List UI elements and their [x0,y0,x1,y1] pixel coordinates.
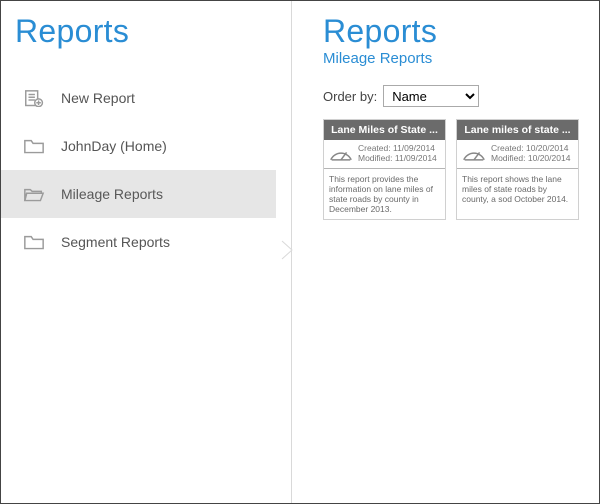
main-title: Reports [323,13,589,50]
sidebar: Reports New Report [1,1,291,503]
report-card-title: Lane Miles of State ... [324,120,445,140]
sidebar-item-new-report[interactable]: New Report [1,74,276,122]
report-card[interactable]: Lane miles of state ... Created: 10/20/2… [456,119,579,220]
order-by-row: Order by: Name [323,85,589,107]
main-subtitle: Mileage Reports [323,50,589,67]
selection-notch-icon [280,239,302,261]
sidebar-list: New Report JohnDay (Home) Mileage R [1,74,276,266]
report-card-meta: Created: 11/09/2014 Modified: 11/09/2014 [324,140,445,169]
sidebar-item-label: New Report [61,90,135,106]
report-card-meta: Created: 10/20/2014 Modified: 10/20/2014 [457,140,578,169]
sidebar-item-home[interactable]: JohnDay (Home) [1,122,276,170]
speedometer-icon [328,145,354,163]
speedometer-icon [461,145,487,163]
sidebar-title: Reports [15,13,291,50]
report-modified: Modified: 10/20/2014 [491,154,570,164]
main-panel: Reports Mileage Reports Order by: Name L… [291,1,599,503]
folder-icon [23,137,45,155]
folder-open-icon [23,185,45,203]
sidebar-item-segment[interactable]: Segment Reports [1,218,276,266]
new-report-icon [23,89,45,107]
report-card-desc: This report provides the information on … [324,169,445,220]
card-grid: Lane Miles of State ... Created: 11/09/2… [323,119,589,220]
folder-icon [23,233,45,251]
report-card[interactable]: Lane Miles of State ... Created: 11/09/2… [323,119,446,220]
report-card-title: Lane miles of state ... [457,120,578,140]
sidebar-item-label: Segment Reports [61,234,170,250]
report-modified: Modified: 11/09/2014 [358,154,437,164]
order-by-label: Order by: [323,89,377,104]
sidebar-item-mileage[interactable]: Mileage Reports [1,170,276,218]
sidebar-item-label: Mileage Reports [61,186,163,202]
order-by-select[interactable]: Name [383,85,479,107]
report-card-desc: This report shows the lane miles of stat… [457,169,578,210]
sidebar-item-label: JohnDay (Home) [61,138,167,154]
